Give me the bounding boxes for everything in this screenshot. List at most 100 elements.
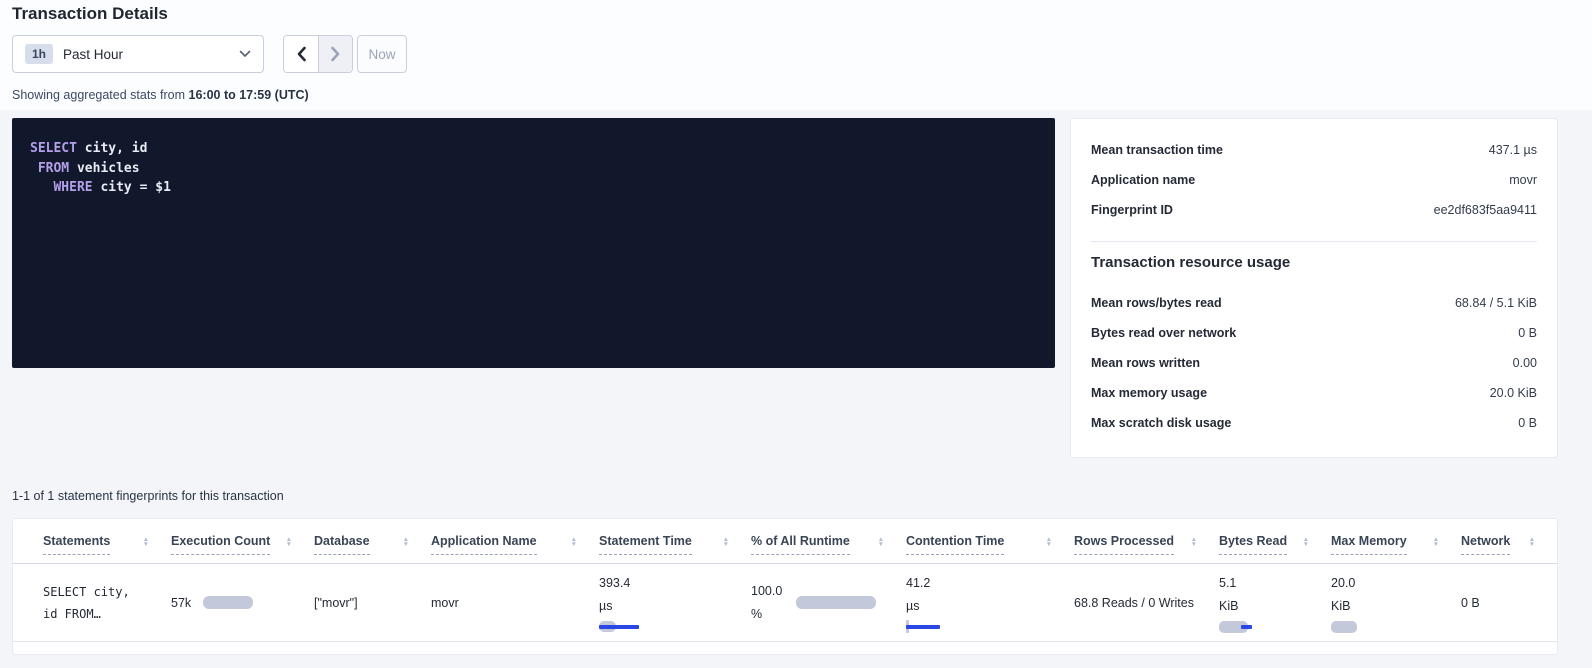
summary-divider xyxy=(1091,241,1537,242)
aggregation-note-prefix: Showing aggregated stats from xyxy=(12,88,189,102)
summary-label: Mean transaction time xyxy=(1091,143,1223,157)
summary-label: Application name xyxy=(1091,173,1195,187)
summary-row-mean-rows-written: Mean rows written 0.00 xyxy=(1091,348,1537,378)
col-header-bytes-read[interactable]: Bytes Read▲▼ xyxy=(1219,519,1331,564)
sql-text: vehicles xyxy=(69,161,139,176)
col-header-statement-time[interactable]: Statement Time▲▼ xyxy=(599,519,751,564)
summary-label: Fingerprint ID xyxy=(1091,203,1173,217)
max-memory-bar xyxy=(1331,620,1361,633)
col-header-database[interactable]: Database▲▼ xyxy=(314,519,431,564)
sort-icon[interactable]: ▲▼ xyxy=(1433,537,1439,547)
bytes-read-cell: 5.1 KiB xyxy=(1219,572,1321,633)
sort-icon[interactable]: ▲▼ xyxy=(1046,537,1052,547)
col-header-contention-time[interactable]: Contention Time▲▼ xyxy=(906,519,1074,564)
summary-row-application-name: Application name movr xyxy=(1091,165,1537,195)
statement-count-note: 1-1 of 1 statement fingerprints for this… xyxy=(12,489,284,503)
time-range-dropdown[interactable]: 1h Past Hour xyxy=(12,35,264,73)
chevron-down-icon xyxy=(239,50,251,58)
max-memory-value: 20.0 xyxy=(1331,572,1451,595)
execution-count-value: 57k xyxy=(171,596,191,610)
summary-row-max-scratch-disk-usage: Max scratch disk usage 0 B xyxy=(1091,408,1537,438)
col-header-network[interactable]: Network▲▼ xyxy=(1461,519,1557,564)
summary-value: 0.00 xyxy=(1513,356,1537,370)
statement-link[interactable]: SELECT city,id FROM… xyxy=(43,581,161,625)
statement-row: SELECT city,id FROM… 57k ["movr"] movr 3… xyxy=(13,564,1557,642)
sql-line: WHERE city = $1 xyxy=(30,178,1037,198)
sql-keyword: WHERE xyxy=(53,180,92,195)
statements-table-card: Statements▲▼ Execution Count▲▼ Database▲… xyxy=(12,518,1558,655)
sort-icon[interactable]: ▲▼ xyxy=(403,537,409,547)
sort-icon[interactable]: ▲▼ xyxy=(878,537,884,547)
bytes-read-bar xyxy=(1219,620,1255,633)
prev-time-button[interactable] xyxy=(284,36,318,72)
summary-row-mean-transaction-time: Mean transaction time 437.1 µs xyxy=(1091,135,1537,165)
col-header-max-memory[interactable]: Max Memory▲▼ xyxy=(1331,519,1461,564)
sql-text: city, id xyxy=(77,141,147,156)
sql-text: city = $1 xyxy=(93,180,171,195)
summary-value: movr xyxy=(1509,173,1537,187)
max-memory-unit: KiB xyxy=(1331,595,1451,618)
summary-row-bytes-read-over-network: Bytes read over network 0 B xyxy=(1091,318,1537,348)
summary-value: 68.84 / 5.1 KiB xyxy=(1455,296,1537,310)
sql-line: SELECT city, id xyxy=(30,139,1037,159)
sql-keyword: FROM xyxy=(38,161,69,176)
sort-icon[interactable]: ▲▼ xyxy=(1529,537,1535,547)
statement-time-cell: 393.4 µs xyxy=(599,572,741,633)
network-value: 0 B xyxy=(1461,596,1480,610)
sql-statement-box: SELECT city, id FROM vehicles WHERE city… xyxy=(12,118,1055,368)
col-header-rows-processed[interactable]: Rows Processed▲▼ xyxy=(1074,519,1219,564)
chevron-right-icon xyxy=(330,46,341,62)
bytes-read-value: 5.1 xyxy=(1219,572,1321,595)
table-header-row: Statements▲▼ Execution Count▲▼ Database▲… xyxy=(13,519,1557,564)
transaction-summary-card: Mean transaction time 437.1 µs Applicati… xyxy=(1070,118,1558,458)
summary-row-fingerprint-id: Fingerprint ID ee2df683f5aa9411 xyxy=(1091,195,1537,225)
time-range-label: Past Hour xyxy=(63,47,123,62)
now-button[interactable]: Now xyxy=(357,35,407,73)
col-header-application-name[interactable]: Application Name▲▼ xyxy=(431,519,599,564)
max-memory-cell: 20.0 KiB xyxy=(1331,572,1451,633)
next-time-button[interactable] xyxy=(318,36,352,72)
statements-table: Statements▲▼ Execution Count▲▼ Database▲… xyxy=(13,519,1557,642)
summary-label: Max memory usage xyxy=(1091,386,1207,400)
col-header-pct-of-all-runtime[interactable]: % of All Runtime▲▼ xyxy=(751,519,906,564)
col-header-statements[interactable]: Statements▲▼ xyxy=(13,519,171,564)
rows-processed-value: 68.8 Reads / 0 Writes xyxy=(1074,596,1194,610)
summary-value: 437.1 µs xyxy=(1489,143,1537,157)
sort-icon[interactable]: ▲▼ xyxy=(723,537,729,547)
sql-line: FROM vehicles xyxy=(30,159,1037,179)
sql-keyword: SELECT xyxy=(30,141,77,156)
summary-value: 20.0 KiB xyxy=(1490,386,1537,400)
summary-label: Max scratch disk usage xyxy=(1091,416,1231,430)
table-footer xyxy=(13,642,1557,654)
aggregation-note-range: 16:00 to 17:59 (UTC) xyxy=(189,88,309,102)
summary-label: Mean rows/bytes read xyxy=(1091,296,1222,310)
contention-time-unit: µs xyxy=(906,595,1064,618)
summary-row-max-memory-usage: Max memory usage 20.0 KiB xyxy=(1091,378,1537,408)
contention-time-value: 41.2 xyxy=(906,572,1064,595)
summary-label: Bytes read over network xyxy=(1091,326,1236,340)
execution-count-bar xyxy=(203,596,253,609)
sort-icon[interactable]: ▲▼ xyxy=(1303,537,1309,547)
runtime-bar xyxy=(796,596,876,609)
time-range-badge: 1h xyxy=(25,44,53,64)
sort-icon[interactable]: ▲▼ xyxy=(571,537,577,547)
database-value: ["movr"] xyxy=(314,596,358,610)
chevron-left-icon xyxy=(296,46,307,62)
sort-icon[interactable]: ▲▼ xyxy=(143,537,149,547)
execution-count-cell: 57k xyxy=(171,596,304,610)
summary-label: Mean rows written xyxy=(1091,356,1200,370)
sort-icon[interactable]: ▲▼ xyxy=(286,537,292,547)
aggregation-note: Showing aggregated stats from 16:00 to 1… xyxy=(12,88,309,102)
summary-value: 0 B xyxy=(1518,416,1537,430)
runtime-value: 100.0 xyxy=(751,580,782,603)
statement-time-bar xyxy=(599,620,643,633)
sort-icon[interactable]: ▲▼ xyxy=(1191,537,1197,547)
runtime-unit: % xyxy=(751,603,782,626)
col-header-execution-count[interactable]: Execution Count▲▼ xyxy=(171,519,314,564)
summary-value: ee2df683f5aa9411 xyxy=(1434,203,1537,217)
bytes-read-unit: KiB xyxy=(1219,595,1321,618)
contention-time-bar xyxy=(906,620,950,633)
application-name-value: movr xyxy=(431,596,459,610)
summary-value: 0 B xyxy=(1518,326,1537,340)
contention-time-cell: 41.2 µs xyxy=(906,572,1064,633)
